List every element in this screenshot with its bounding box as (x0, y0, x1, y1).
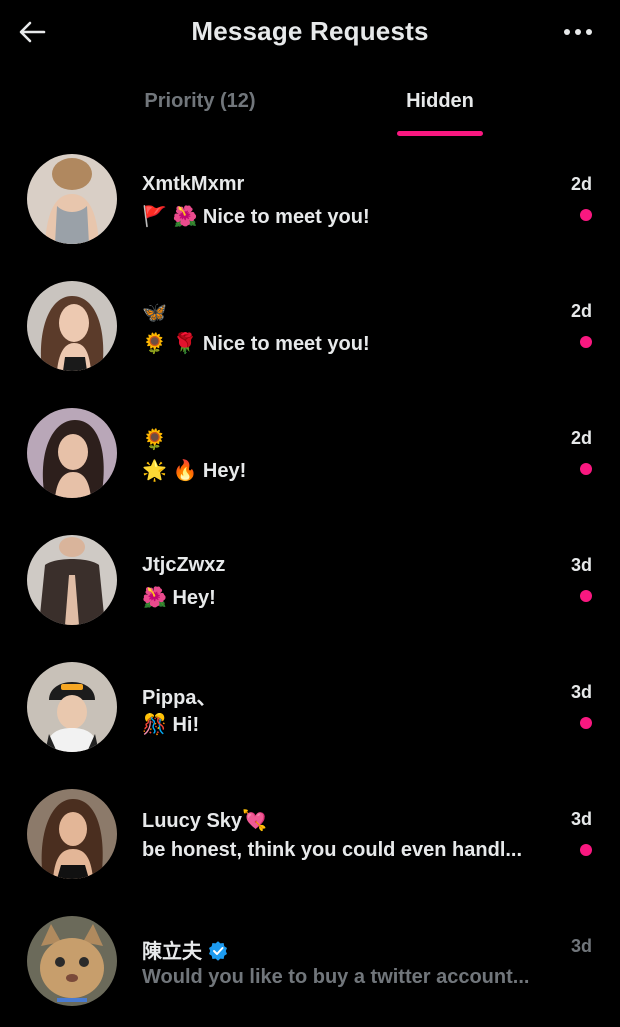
list-item[interactable]: 陳立夫 Would you like to buy a twitter acco… (0, 900, 620, 1027)
message-time: 3d (570, 682, 592, 702)
list-item[interactable]: JtjcZwxz 🌺 Hey! 3d (0, 519, 620, 646)
more-horizontal-icon (564, 29, 570, 35)
avatar (27, 535, 117, 625)
list-item[interactable]: Luucy Sky💘 be honest, think you could ev… (0, 773, 620, 900)
list-item[interactable]: XmtkMxmr 🚩 🌺 Nice to meet you! 2d (0, 138, 620, 265)
message-preview: 🌻 🌹 Nice to meet you! (142, 333, 370, 355)
unread-indicator (580, 590, 592, 602)
message-request-list: XmtkMxmr 🚩 🌺 Nice to meet you! 2d 🦋 🌻 🌹 … (0, 138, 620, 1027)
tab-hidden[interactable]: Hidden (320, 64, 560, 138)
avatar (27, 789, 117, 879)
message-preview: 🌺 Hey! (142, 587, 216, 609)
message-time: 2d (570, 428, 592, 448)
message-time: 2d (570, 174, 592, 194)
sender-name: Pippa、 (142, 687, 217, 709)
list-item[interactable]: Pippa、 🎊 Hi! 3d (0, 646, 620, 773)
avatar (27, 408, 117, 498)
more-options-button[interactable] (558, 20, 598, 44)
message-preview: 🚩 🌺 Nice to meet you! (142, 206, 370, 228)
verified-badge-icon (209, 941, 227, 961)
sender-name: XmtkMxmr (142, 173, 245, 195)
message-preview: be honest, think you could even handl... (142, 839, 523, 861)
unread-indicator (580, 463, 592, 475)
unread-indicator (580, 336, 592, 348)
list-item[interactable]: 🦋 🌻 🌹 Nice to meet you! 2d (0, 265, 620, 392)
message-time: 3d (570, 809, 592, 829)
message-preview: 🌟 🔥 Hey! (142, 460, 247, 482)
tab-bar: Priority (12) Hidden (0, 64, 620, 138)
unread-indicator (580, 844, 592, 856)
list-item[interactable]: 🌻 🌟 🔥 Hey! 2d (0, 392, 620, 519)
sender-name: 🌻 (142, 429, 167, 451)
sender-name: 陳立夫 (142, 935, 228, 964)
page-title: Message Requests (191, 16, 429, 46)
tab-priority[interactable]: Priority (12) (80, 64, 320, 138)
active-tab-indicator (397, 131, 483, 136)
message-time: 3d (570, 555, 592, 575)
message-preview: Would you like to buy a twitter account.… (142, 966, 530, 988)
top-bar: Message Requests (0, 0, 620, 64)
avatar (27, 662, 117, 752)
avatar (27, 154, 117, 244)
avatar (27, 916, 117, 1006)
unread-indicator (580, 209, 592, 221)
sender-name: JtjcZwxz (142, 554, 226, 576)
message-time: 3d (570, 936, 592, 956)
message-time: 2d (570, 301, 592, 321)
unread-indicator (580, 717, 592, 729)
avatar (27, 281, 117, 371)
message-preview: 🎊 Hi! (142, 714, 200, 736)
sender-name: 🦋 (142, 302, 167, 324)
sender-name: Luucy Sky💘 (142, 810, 267, 832)
